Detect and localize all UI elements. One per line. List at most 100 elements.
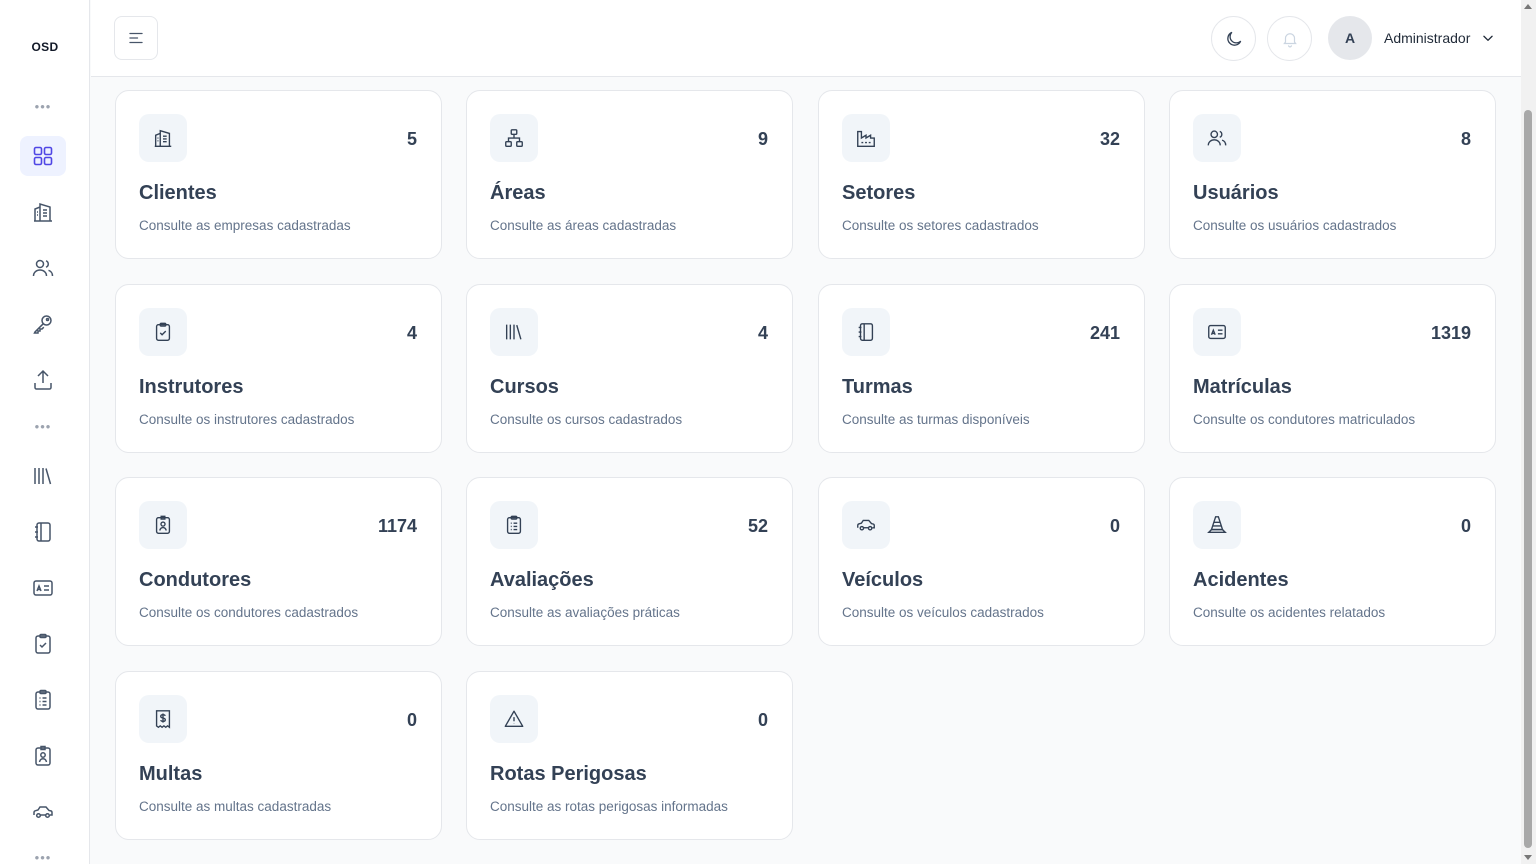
notebook-icon [35, 522, 51, 542]
card-matriculas[interactable]: 1319 Matrículas Consulte os condutores m… [1169, 284, 1496, 453]
card-title: Setores [842, 182, 916, 204]
library-books-icon [505, 324, 522, 340]
sidebar-item-cursos[interactable] [20, 456, 66, 496]
card-icon-wrapper [490, 308, 538, 356]
card-count: 1319 [1430, 323, 1471, 343]
card-description: Consulte os instrutores cadastrados [139, 412, 355, 427]
card-title: Veículos [842, 569, 924, 591]
card-icon-wrapper [139, 114, 187, 162]
card-title: Rotas Perigosas [490, 763, 647, 785]
id-badge-icon [155, 515, 171, 534]
sidebar-item-clientes[interactable] [20, 192, 66, 232]
clipboard-list-icon [506, 515, 522, 534]
card-icon-wrapper [139, 308, 187, 356]
upload-icon [34, 369, 52, 390]
id-card-icon [1208, 324, 1226, 340]
sidebar-item-usuarios[interactable] [20, 248, 66, 288]
app-logo[interactable]: OSD [0, 40, 90, 54]
card-icon-wrapper [1193, 114, 1241, 162]
card-instrutores[interactable]: 4 Instrutores Consulte os instrutores ca… [115, 284, 442, 453]
library-books-icon [34, 468, 52, 485]
card-count: 4 [757, 323, 768, 343]
scroll-up-arrow-icon[interactable] [1524, 4, 1532, 9]
card-multas[interactable]: 0 Multas Consulte as multas cadastradas [115, 671, 442, 840]
menu-icon [129, 32, 143, 44]
card-title: Áreas [490, 182, 546, 204]
card-description: Consulte as avaliações práticas [490, 605, 680, 620]
card-description: Consulte os usuários cadastrados [1193, 218, 1397, 233]
sidebar-item-condutores[interactable] [20, 736, 66, 776]
card-count: 32 [1099, 129, 1120, 149]
sidebar-item-dashboard[interactable] [20, 136, 66, 176]
receipt-dollar-icon [155, 710, 171, 729]
sidebar-item-turmas[interactable] [20, 512, 66, 552]
users-icon [1207, 130, 1227, 146]
card-description: Consulte os veículos cadastrados [842, 605, 1044, 620]
card-title: Condutores [139, 569, 252, 591]
card-icon-wrapper [139, 695, 187, 743]
clipboard-check-icon [155, 322, 171, 341]
card-icon-wrapper [842, 114, 890, 162]
card-clientes[interactable]: 5 Clientes Consulte as empresas cadastra… [115, 90, 442, 259]
card-description: Consulte os acidentes relatados [1193, 605, 1386, 620]
more-dots-icon: ••• [34, 850, 52, 864]
card-cursos[interactable]: 4 Cursos Consulte os cursos cadastrados [466, 284, 793, 453]
sidebar-item-permissoes[interactable] [20, 304, 66, 344]
card-title: Matrículas [1193, 376, 1292, 398]
id-badge-icon [35, 745, 51, 766]
card-count: 0 [1109, 516, 1120, 536]
card-avaliacoes[interactable]: 52 Avaliações Consulte as avaliações prá… [466, 477, 793, 646]
dashboard-grid-icon [33, 146, 53, 166]
clipboard-list-icon [35, 689, 51, 710]
avatar[interactable]: A [1328, 16, 1372, 60]
card-description: Consulte as rotas perigosas informadas [490, 799, 728, 814]
card-turmas[interactable]: 241 Turmas Consulte as turmas disponívei… [818, 284, 1145, 453]
card-title: Instrutores [139, 376, 244, 398]
card-title: Avaliações [490, 569, 594, 591]
menu-toggle-button[interactable] [114, 16, 158, 60]
topbar: A Administrador [91, 0, 1521, 77]
theme-toggle-button[interactable] [1211, 16, 1256, 61]
traffic-cone-icon [1207, 516, 1227, 534]
card-rotas-perigosas[interactable]: 0 Rotas Perigosas Consulte as rotas peri… [466, 671, 793, 840]
sidebar-item-avaliacoes[interactable] [20, 680, 66, 720]
sidebar-item-matriculas[interactable] [20, 568, 66, 608]
card-icon-wrapper [1193, 501, 1241, 549]
scroll-down-arrow-icon[interactable] [1524, 855, 1532, 860]
card-veiculos[interactable]: 0 Veículos Consulte os veículos cadastra… [818, 477, 1145, 646]
card-count: 8 [1460, 129, 1471, 149]
card-areas[interactable]: 9 Áreas Consulte as áreas cadastradas [466, 90, 793, 259]
card-icon-wrapper [490, 501, 538, 549]
card-title: Multas [139, 763, 203, 785]
sidebar-item-upload[interactable] [20, 360, 66, 400]
card-icon-wrapper [490, 695, 538, 743]
card-description: Consulte os condutores matriculados [1193, 412, 1416, 427]
factory-icon [857, 130, 875, 147]
building-icon [154, 129, 172, 147]
chevron-down-icon[interactable] [1481, 31, 1495, 45]
sidebar-item-veiculos[interactable] [20, 792, 66, 832]
notifications-button[interactable] [1267, 16, 1312, 61]
more-dots-icon: ••• [34, 419, 52, 434]
card-description: Consulte os condutores cadastrados [139, 605, 359, 620]
card-description: Consulte as áreas cadastradas [490, 218, 677, 233]
card-title: Acidentes [1193, 569, 1289, 591]
users-icon [32, 259, 54, 277]
card-acidentes[interactable]: 0 Acidentes Consulte os acidentes relata… [1169, 477, 1496, 646]
scrollbar-thumb[interactable] [1524, 110, 1532, 848]
notebook-icon [858, 323, 874, 341]
card-count: 0 [757, 710, 768, 730]
clipboard-check-icon [35, 633, 51, 654]
card-condutores[interactable]: 1174 Condutores Consulte os condutores c… [115, 477, 442, 646]
building-icon [34, 202, 52, 222]
card-usuarios[interactable]: 8 Usuários Consulte os usuários cadastra… [1169, 90, 1496, 259]
more-dots-icon: ••• [34, 99, 52, 114]
page-scrollbar[interactable] [1521, 0, 1536, 864]
user-name[interactable]: Administrador [1384, 30, 1470, 46]
card-setores[interactable]: 32 Setores Consulte os setores cadastrad… [818, 90, 1145, 259]
card-icon-wrapper [139, 501, 187, 549]
sidebar-item-instrutores[interactable] [20, 624, 66, 664]
card-description: Consulte os setores cadastrados [842, 218, 1039, 233]
card-count: 0 [406, 710, 417, 730]
card-description: Consulte as empresas cadastradas [139, 218, 351, 233]
